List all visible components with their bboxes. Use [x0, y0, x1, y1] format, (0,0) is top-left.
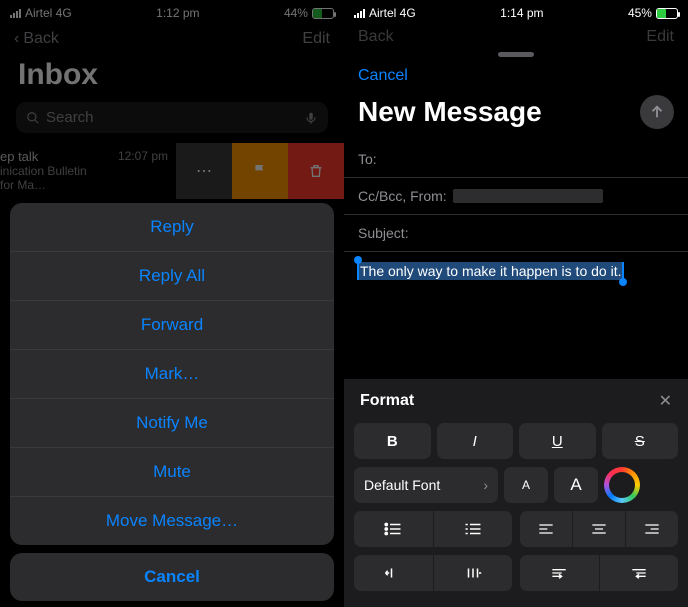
flag-icon [252, 163, 268, 179]
page-title: Inbox [0, 54, 344, 102]
align-right-button[interactable] [626, 511, 678, 547]
outdent-icon [384, 566, 402, 580]
action-move[interactable]: Move Message… [10, 497, 334, 545]
message-body[interactable]: The only way to make it happen is to do … [344, 252, 688, 332]
bullet-list-button[interactable] [354, 511, 434, 547]
font-size-up-button[interactable]: A [554, 467, 598, 503]
phone-right-compose: Airtel 4G 1:14 pm 45% Back Edit Cancel N… [344, 0, 688, 607]
indent-button[interactable] [434, 555, 513, 591]
search-placeholder: Search [46, 109, 94, 126]
edit-button[interactable]: Edit [302, 30, 330, 48]
rtl-icon [630, 567, 648, 579]
indent-group [354, 555, 512, 591]
to-field[interactable]: To: [344, 141, 688, 178]
action-cancel[interactable]: Cancel [10, 553, 334, 601]
swipe-trash-button[interactable] [288, 143, 344, 199]
selection-handle-start[interactable] [354, 256, 362, 264]
compose-title: New Message [358, 96, 542, 128]
search-input[interactable]: Search [16, 102, 328, 133]
battery-icon [312, 8, 334, 19]
action-forward[interactable]: Forward [10, 301, 334, 350]
background-nav: Back Edit [344, 24, 688, 50]
status-bar: Airtel 4G 1:12 pm 44% [0, 0, 344, 24]
signal-icon [354, 8, 365, 18]
close-icon: ✕ [659, 393, 672, 410]
rtl-button[interactable] [600, 555, 679, 591]
clock-label: 1:12 pm [156, 6, 199, 20]
ccbcc-field[interactable]: Cc/Bcc, From: [344, 178, 688, 215]
action-reply-all[interactable]: Reply All [10, 252, 334, 301]
align-group [520, 511, 678, 547]
mic-icon[interactable] [304, 111, 318, 125]
chevron-left-icon: ‹ [14, 30, 19, 47]
selection-handle-end[interactable] [619, 278, 627, 286]
indent-icon [464, 566, 482, 580]
ellipsis-icon: ⋯ [196, 161, 212, 181]
cancel-button[interactable]: Cancel [344, 61, 688, 95]
underline-button[interactable]: U [519, 423, 596, 459]
font-picker-button[interactable]: Default Font › [354, 467, 498, 503]
align-center-button[interactable] [573, 511, 626, 547]
trash-icon [308, 163, 324, 179]
format-panel: Format ✕ B I U S Default Font › A A [344, 379, 688, 607]
chevron-right-icon: › [483, 477, 488, 493]
font-size-down-button[interactable]: A [504, 467, 548, 503]
numbered-list-button[interactable] [434, 511, 513, 547]
swipe-more-button[interactable]: ⋯ [176, 143, 232, 199]
text-color-button[interactable] [604, 467, 640, 503]
message-time: 12:07 pm [92, 143, 176, 199]
battery-percent: 44% [284, 6, 308, 20]
bullet-list-icon [384, 522, 402, 536]
italic-button[interactable]: I [437, 423, 514, 459]
message-row[interactable]: ep talk inication Bulletin for Ma… 12:07… [0, 143, 344, 199]
message-title: ep talk [0, 149, 88, 164]
action-mute[interactable]: Mute [10, 448, 334, 497]
from-address-redacted [453, 189, 603, 203]
battery-percent: 45% [628, 6, 652, 20]
align-right-icon [644, 523, 660, 535]
back-button[interactable]: ‹Back [14, 30, 59, 48]
direction-group [520, 555, 678, 591]
action-notify[interactable]: Notify Me [10, 399, 334, 448]
send-button[interactable] [640, 95, 674, 129]
ltr-icon [550, 567, 568, 579]
strike-button[interactable]: S [602, 423, 679, 459]
phone-left-inbox: Airtel 4G 1:12 pm 44% ‹Back Edit Inbox S… [0, 0, 344, 607]
signal-icon [10, 8, 21, 18]
battery-icon [656, 8, 678, 19]
carrier-label: Airtel 4G [369, 6, 416, 20]
message-preview: inication Bulletin for Ma… [0, 164, 88, 192]
arrow-up-icon [648, 103, 666, 121]
list-group [354, 511, 512, 547]
search-icon [26, 111, 40, 125]
ltr-button[interactable] [520, 555, 600, 591]
align-center-icon [591, 523, 607, 535]
align-left-button[interactable] [520, 511, 573, 547]
swipe-flag-button[interactable] [232, 143, 288, 199]
format-close-button[interactable]: ✕ [659, 391, 672, 411]
sheet-grabber[interactable] [498, 52, 534, 57]
swipe-actions: ⋯ [176, 143, 344, 199]
clock-label: 1:14 pm [500, 6, 543, 20]
action-sheet: Reply Reply All Forward Mark… Notify Me … [0, 203, 344, 607]
format-title: Format [360, 392, 414, 410]
nav-bar: ‹Back Edit [0, 24, 344, 54]
bold-button[interactable]: B [354, 423, 431, 459]
selected-text[interactable]: The only way to make it happen is to do … [358, 262, 623, 280]
status-bar: Airtel 4G 1:14 pm 45% [344, 0, 688, 24]
numbered-list-icon [464, 522, 482, 536]
action-mark[interactable]: Mark… [10, 350, 334, 399]
align-left-icon [538, 523, 554, 535]
carrier-label: Airtel 4G [25, 6, 72, 20]
action-reply[interactable]: Reply [10, 203, 334, 252]
outdent-button[interactable] [354, 555, 434, 591]
subject-field[interactable]: Subject: [344, 215, 688, 252]
